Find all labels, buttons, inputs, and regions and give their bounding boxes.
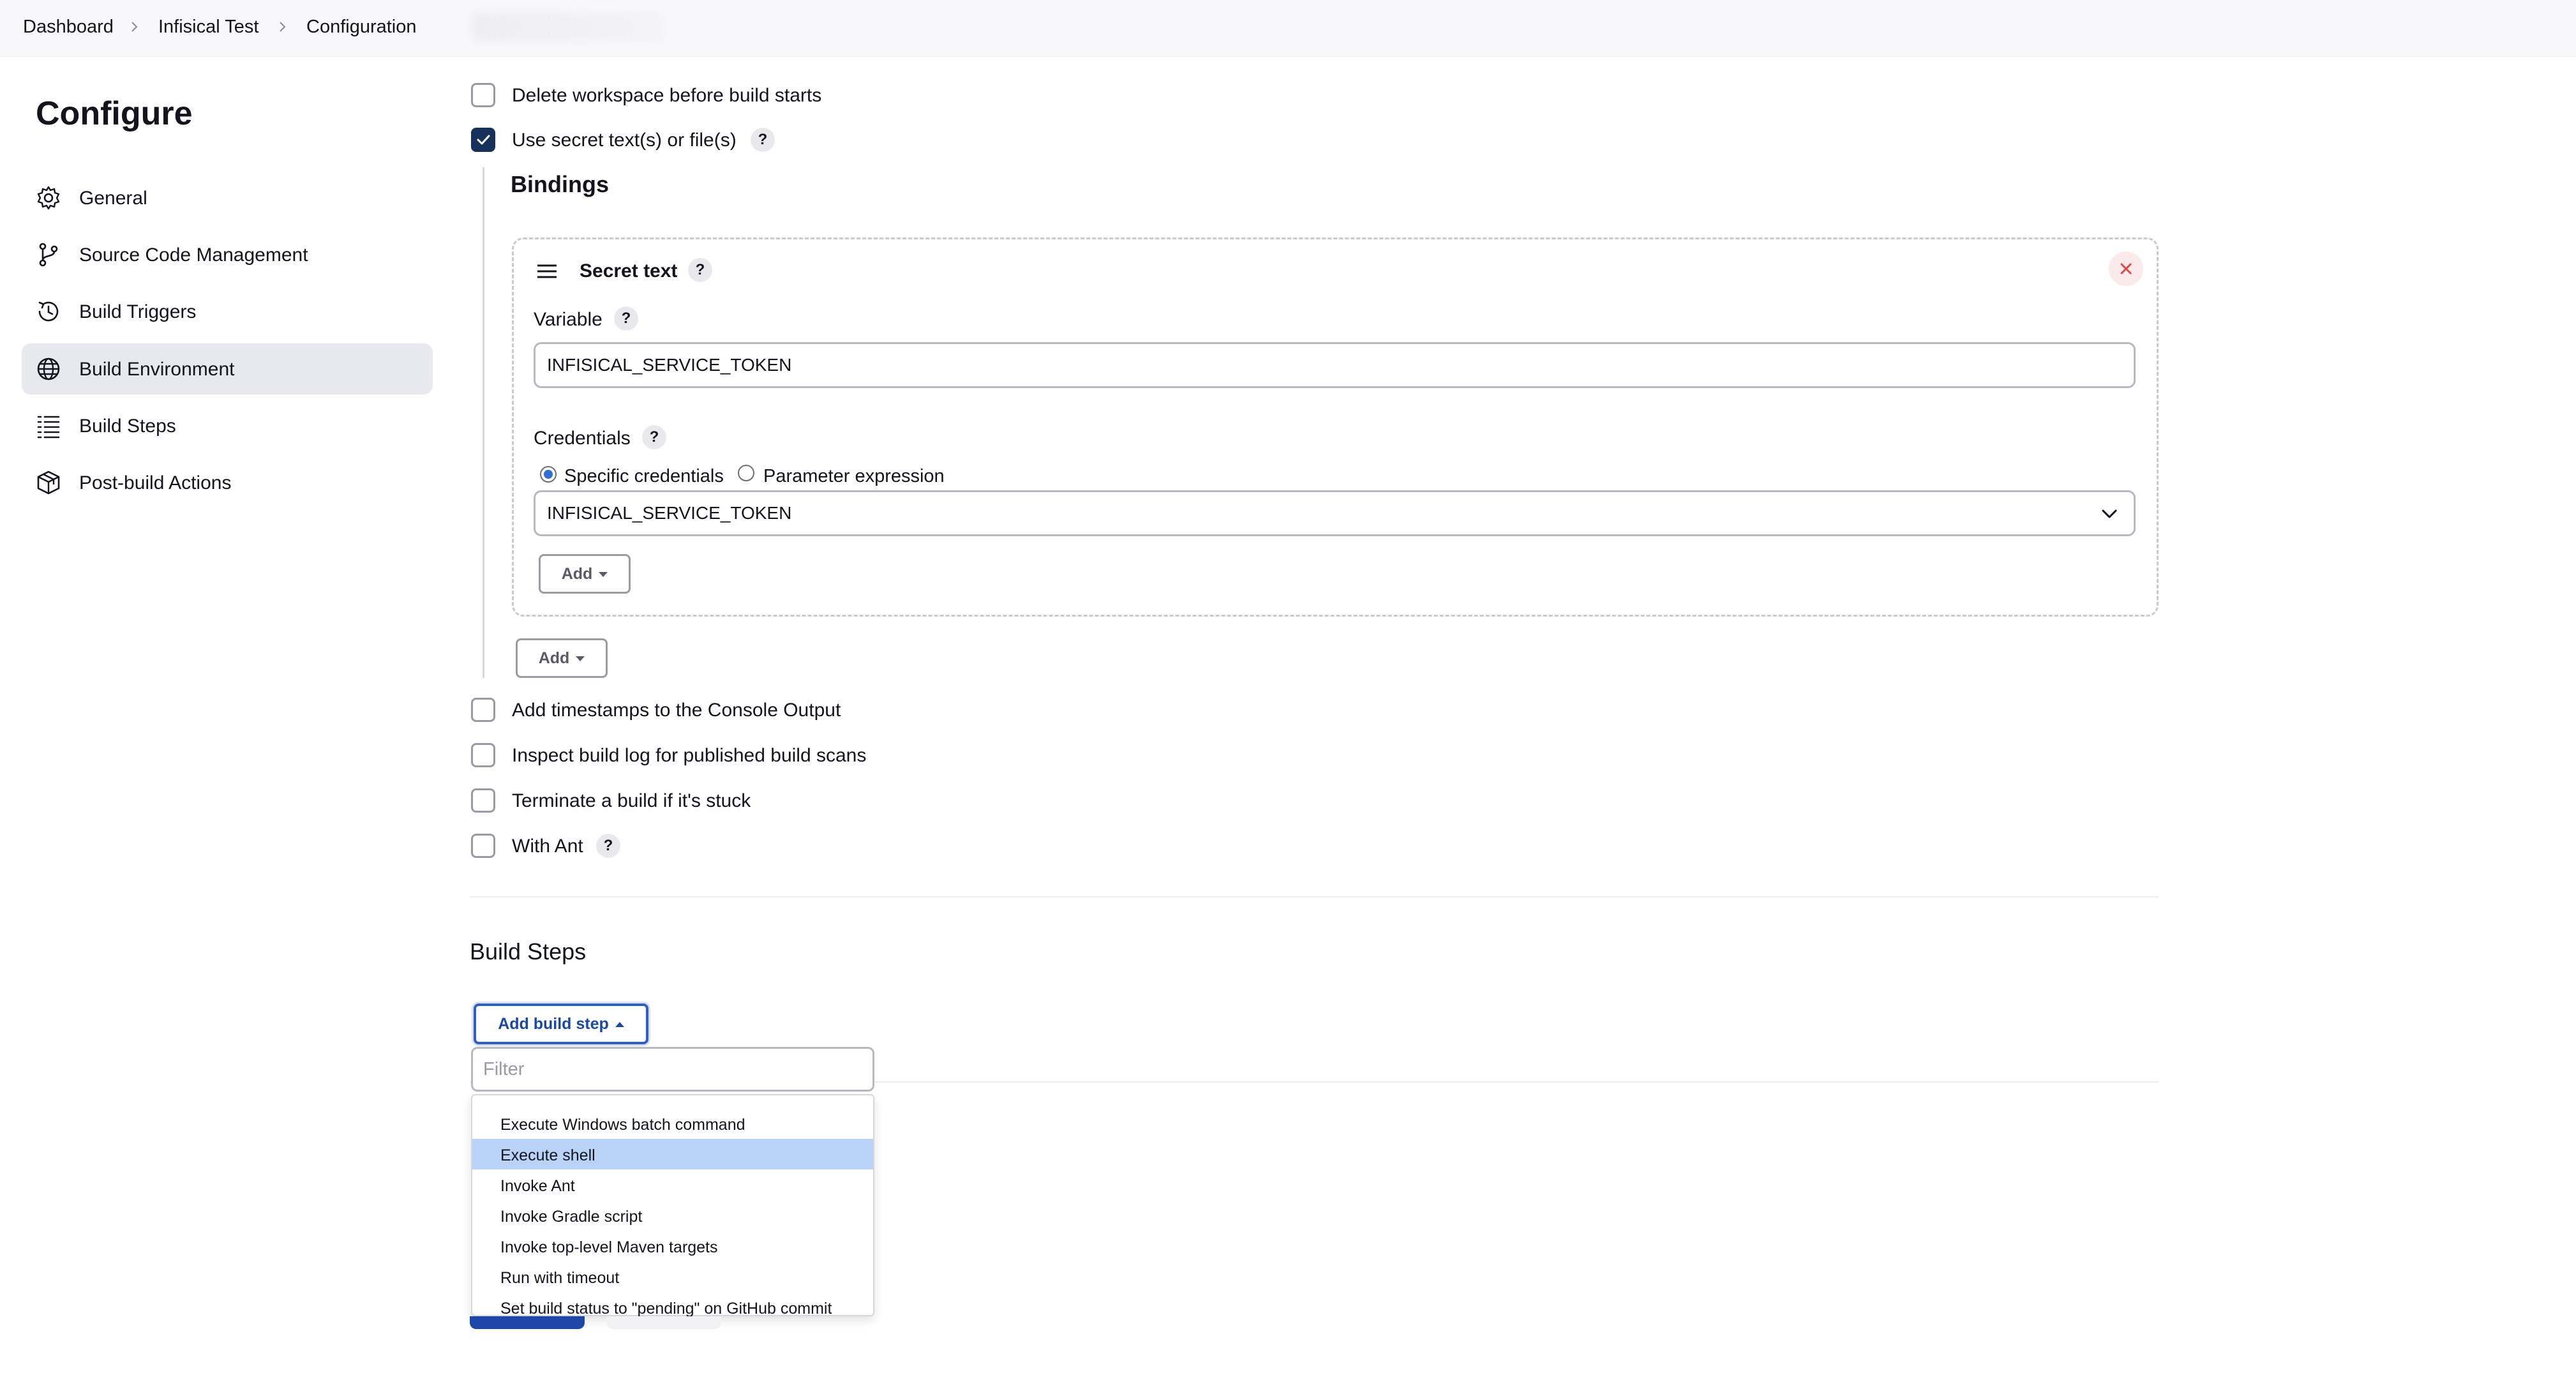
- globe-icon: [37, 357, 60, 380]
- chevron-right-icon: [280, 22, 286, 32]
- specific-credentials-label: Specific credentials: [564, 466, 724, 486]
- variable-input[interactable]: INFISICAL_SERVICE_TOKEN: [534, 342, 2136, 388]
- sidebar-item-label: Build Steps: [79, 416, 176, 437]
- chevron-right-icon: [131, 22, 138, 32]
- help-icon[interactable]: ?: [614, 306, 638, 331]
- build-step-menu: Execute Windows batch command Execute sh…: [471, 1094, 874, 1318]
- menu-item-label: Invoke Gradle script: [500, 1208, 643, 1226]
- sidebar-title: Configure: [36, 95, 193, 132]
- checkmark-icon: [477, 135, 490, 145]
- sidebar-item-post-build-actions[interactable]: Post-build Actions: [22, 457, 433, 508]
- menu-item-execute-shell[interactable]: Execute shell: [472, 1139, 873, 1169]
- menu-item-label: Run with timeout: [500, 1269, 620, 1287]
- apply-button-partial[interactable]: [606, 1316, 721, 1329]
- menu-item-run-with-timeout[interactable]: Run with timeout: [472, 1261, 873, 1292]
- add-credentials-button[interactable]: Add: [539, 554, 631, 594]
- add-build-step-label: Add build step: [498, 1015, 609, 1033]
- caret-down-icon: [576, 656, 585, 662]
- help-icon[interactable]: ?: [688, 258, 712, 282]
- top-bar: Dashboard Infisical Test Configuration: [0, 0, 2576, 57]
- close-icon: [2120, 263, 2132, 274]
- caret-up-icon: [615, 1022, 624, 1028]
- with-ant-checkbox[interactable]: [471, 834, 495, 858]
- timestamps-label: Add timestamps to the Console Output: [512, 700, 841, 721]
- inspect-build-log-label: Inspect build log for published build sc…: [512, 745, 867, 766]
- sidebar-item-label: Build Triggers: [79, 301, 197, 322]
- menu-item-label: Set build status to "pending" on GitHub …: [500, 1300, 832, 1318]
- ghost-header-text: [472, 13, 664, 41]
- save-button-partial[interactable]: [470, 1316, 585, 1329]
- sidebar-item-label: General: [79, 188, 147, 209]
- list-icon: [37, 416, 60, 439]
- help-icon[interactable]: ?: [751, 128, 775, 152]
- section-divider: [470, 896, 2159, 898]
- build-steps-title: Build Steps: [470, 938, 587, 965]
- add-build-step-button[interactable]: Add build step: [474, 1003, 648, 1044]
- menu-item-label: Invoke top-level Maven targets: [500, 1238, 718, 1256]
- bindings-indent-line: [483, 167, 484, 678]
- sidebar-item-build-environment[interactable]: Build Environment: [22, 343, 433, 394]
- menu-item-invoke-ant[interactable]: Invoke Ant: [472, 1169, 873, 1200]
- breadcrumb-dashboard[interactable]: Dashboard: [23, 17, 114, 38]
- timestamps-checkbox[interactable]: [471, 698, 495, 722]
- sidebar-item-label: Build Environment: [79, 359, 235, 380]
- add-binding-button[interactable]: Add: [516, 638, 608, 678]
- delete-workspace-checkbox[interactable]: [471, 83, 495, 107]
- use-secret-label: Use secret text(s) or file(s): [512, 130, 737, 151]
- variable-label: Variable: [534, 309, 603, 330]
- credentials-select[interactable]: INFISICAL_SERVICE_TOKEN: [534, 490, 2136, 536]
- caret-down-icon: [599, 572, 608, 578]
- menu-item-label: Execute Windows batch command: [500, 1116, 745, 1134]
- secret-text-binding-card: [512, 237, 2159, 617]
- parameter-expression-radio[interactable]: [738, 465, 754, 481]
- breadcrumb-configuration[interactable]: Configuration: [306, 17, 417, 38]
- package-icon: [37, 470, 60, 495]
- specific-credentials-radio[interactable]: [540, 466, 557, 483]
- terminate-stuck-checkbox[interactable]: [471, 788, 495, 813]
- menu-item-execute-windows-batch[interactable]: Execute Windows batch command: [472, 1108, 873, 1139]
- sidebar-item-build-triggers[interactable]: Build Triggers: [22, 286, 433, 337]
- menu-item-label: Invoke Ant: [500, 1177, 575, 1195]
- credentials-select-value: INFISICAL_SERVICE_TOKEN: [547, 503, 792, 523]
- parameter-expression-label: Parameter expression: [763, 466, 945, 486]
- help-icon[interactable]: ?: [596, 834, 620, 858]
- menu-item-label: Execute shell: [500, 1146, 595, 1164]
- remove-binding-button[interactable]: [2109, 252, 2143, 286]
- bindings-title: Bindings: [511, 171, 609, 197]
- sidebar-item-source-code-management[interactable]: Source Code Management: [22, 229, 433, 280]
- inspect-build-log-checkbox[interactable]: [471, 743, 495, 767]
- menu-item-invoke-maven[interactable]: Invoke top-level Maven targets: [472, 1231, 873, 1261]
- breadcrumb-job[interactable]: Infisical Test: [158, 17, 258, 38]
- secret-text-title: Secret text: [580, 260, 678, 282]
- delete-workspace-label: Delete workspace before build starts: [512, 85, 822, 106]
- chevron-down-icon: [2102, 509, 2117, 518]
- drag-handle-icon[interactable]: [536, 262, 558, 281]
- use-secret-checkbox[interactable]: [471, 128, 495, 152]
- with-ant-label: With Ant: [512, 836, 583, 857]
- menu-item-invoke-gradle[interactable]: Invoke Gradle script: [472, 1200, 873, 1231]
- add-label: Add: [561, 565, 593, 583]
- sidebar-item-label: Source Code Management: [79, 244, 308, 266]
- terminate-stuck-label: Terminate a build if it's stuck: [512, 790, 751, 811]
- add-label: Add: [538, 649, 570, 667]
- help-icon[interactable]: ?: [642, 425, 666, 449]
- sidebar-item-build-steps[interactable]: Build Steps: [22, 400, 433, 451]
- sidebar-item-label: Post-build Actions: [79, 472, 232, 493]
- sidebar-item-general[interactable]: General: [22, 172, 433, 223]
- credentials-label: Credentials: [534, 428, 631, 449]
- clock-icon: [38, 301, 59, 322]
- git-branch-icon: [39, 243, 58, 267]
- gear-icon: [37, 186, 60, 210]
- filter-input[interactable]: Filter: [471, 1047, 874, 1092]
